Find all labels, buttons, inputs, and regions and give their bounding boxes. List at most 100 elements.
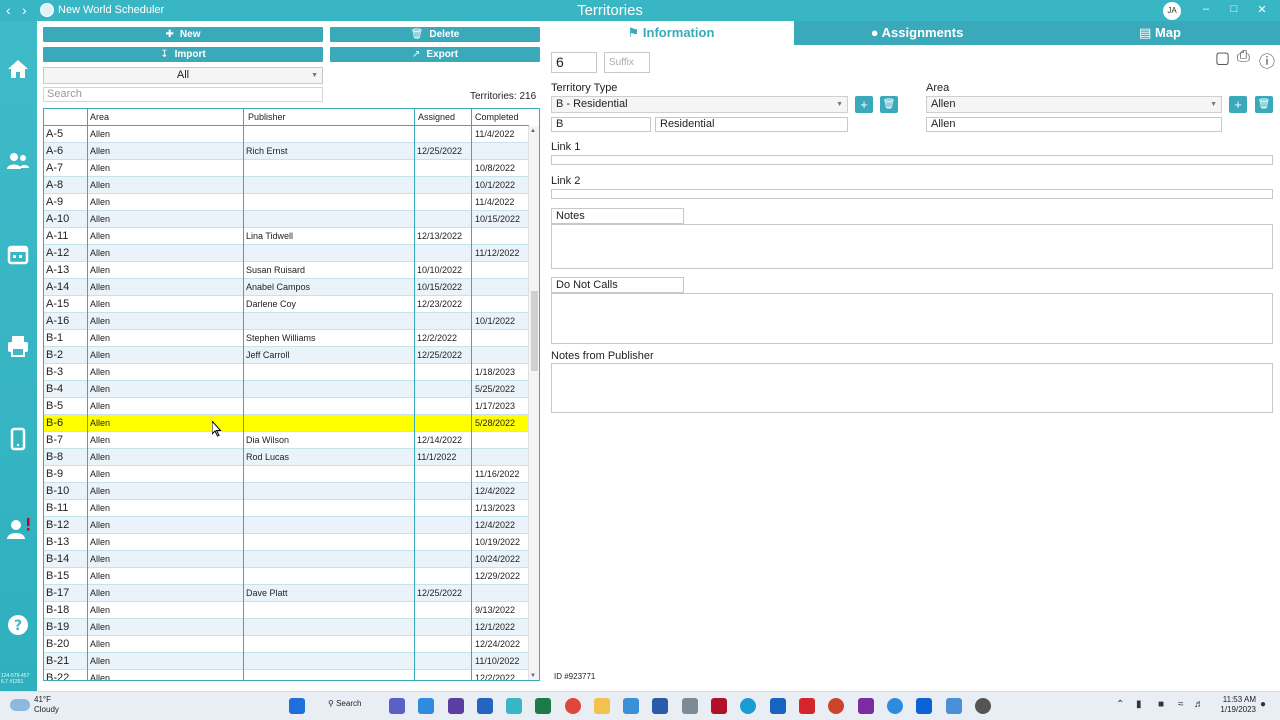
table-row[interactable]: B-3 Allen 1/18/2023 [44, 364, 529, 381]
user-avatar[interactable]: JA [1163, 2, 1181, 20]
table-row[interactable]: B-10 Allen 12/4/2022 [44, 483, 529, 500]
area-filter-select[interactable]: All ▼ [43, 67, 323, 84]
word-icon[interactable] [652, 698, 668, 714]
link2-field[interactable] [551, 189, 1273, 199]
app-icon[interactable] [623, 698, 639, 714]
table-row[interactable]: B-19 Allen 12/1/2022 [44, 619, 529, 636]
table-row[interactable]: B-14 Allen 10/24/2022 [44, 551, 529, 568]
onenote-icon[interactable] [858, 698, 874, 714]
search-input[interactable]: Search [43, 87, 323, 102]
people-icon[interactable] [6, 149, 30, 173]
logout-icon[interactable]: ▢ [1215, 48, 1233, 67]
tab-map[interactable]: ▤ Map [1040, 21, 1280, 45]
table-row[interactable]: A-15 Allen Darlene Coy 12/23/2022 [44, 296, 529, 313]
header-completed[interactable]: Completed [475, 112, 519, 122]
table-row[interactable]: B-2 Allen Jeff Carroll 12/25/2022 [44, 347, 529, 364]
edge-icon[interactable] [740, 698, 756, 714]
home-icon[interactable] [6, 57, 30, 81]
import-button[interactable]: ↧ Import [43, 47, 323, 62]
scroll-thumb[interactable] [531, 291, 538, 371]
notes-from-publisher-field[interactable] [551, 363, 1273, 413]
back-icon[interactable]: ‹ [6, 2, 11, 18]
close-icon[interactable]: ✕ [1254, 3, 1270, 16]
pdf-icon[interactable] [799, 698, 815, 714]
notification-icon[interactable]: ● [1260, 699, 1266, 710]
scroll-down-icon[interactable]: ▼ [530, 673, 536, 679]
table-row[interactable]: B-8 Allen Rod Lucas 11/1/2022 [44, 449, 529, 466]
link1-field[interactable] [551, 155, 1273, 165]
wifi-icon[interactable]: ≈ [1178, 699, 1184, 710]
table-row[interactable]: A-5 Allen 11/4/2022 [44, 126, 529, 143]
tab-information[interactable]: ⚑ Information [548, 21, 794, 45]
new-world-scheduler-taskbar-icon[interactable] [506, 698, 522, 714]
table-row[interactable]: B-6 Allen 5/28/2022 [44, 415, 529, 432]
help-circle-icon[interactable]: ⓘ [1259, 48, 1277, 71]
header-publisher[interactable]: Publisher [248, 112, 286, 122]
territory-type-select[interactable]: B - Residential ▼ [551, 96, 848, 113]
printer-icon[interactable] [6, 334, 30, 358]
phone-icon[interactable] [6, 427, 30, 451]
header-area[interactable]: Area [90, 112, 109, 122]
do-not-calls-field[interactable] [551, 293, 1273, 344]
table-row[interactable]: B-21 Allen 11/10/2022 [44, 653, 529, 670]
table-row[interactable]: A-10 Allen 10/15/2022 [44, 211, 529, 228]
table-row[interactable]: B-13 Allen 10/19/2022 [44, 534, 529, 551]
delete-territory-type-button[interactable]: 🗑 [880, 96, 898, 113]
app-icon[interactable] [711, 698, 727, 714]
scroll-up-icon[interactable]: ▲ [530, 128, 536, 134]
add-area-button[interactable]: + [1229, 96, 1247, 113]
header-assigned[interactable]: Assigned [418, 112, 455, 122]
clock[interactable]: 11:53 AM 1/19/2023 [1212, 695, 1256, 715]
delete-button[interactable]: 🗑 Delete [330, 27, 540, 42]
table-row[interactable]: A-9 Allen 11/4/2022 [44, 194, 529, 211]
table-row[interactable]: B-11 Allen 1/13/2023 [44, 500, 529, 517]
table-row[interactable]: B-1 Allen Stephen Williams 12/2/2022 [44, 330, 529, 347]
table-row[interactable]: A-8 Allen 10/1/2022 [44, 177, 529, 194]
calendar-icon[interactable] [6, 242, 30, 266]
table-row[interactable]: B-17 Allen Dave Platt 12/25/2022 [44, 585, 529, 602]
type-name-field[interactable]: Residential [655, 117, 848, 132]
volume-icon[interactable]: ♬ [1194, 699, 1204, 710]
outlook-icon[interactable] [770, 698, 786, 714]
new-button[interactable]: ✚ New [43, 27, 323, 42]
print-icon[interactable]: ⎙ [1237, 48, 1255, 66]
table-row[interactable]: B-22 Allen 12/2/2022 [44, 670, 529, 680]
add-territory-type-button[interactable]: + [855, 96, 873, 113]
taskbar-search[interactable]: ⚲ Search [328, 699, 361, 708]
powerpoint-icon[interactable] [828, 698, 844, 714]
file-explorer-icon[interactable] [594, 698, 610, 714]
table-row[interactable]: A-13 Allen Susan Ruisard 10/10/2022 [44, 262, 529, 279]
table-row[interactable]: B-20 Allen 12/24/2022 [44, 636, 529, 653]
maximize-icon[interactable]: □ [1226, 3, 1242, 15]
windows-start-icon[interactable] [289, 698, 305, 714]
app-icon[interactable] [477, 698, 493, 714]
table-row[interactable]: A-16 Allen 10/1/2022 [44, 313, 529, 330]
tray-app-icon[interactable]: ▮ [1136, 699, 1142, 710]
minimize-icon[interactable]: – [1198, 3, 1214, 15]
weather-widget[interactable]: 41°F Cloudy [34, 695, 59, 715]
table-row[interactable]: A-12 Allen 11/12/2022 [44, 245, 529, 262]
area-name-field[interactable]: Allen [926, 117, 1222, 132]
table-row[interactable]: B-15 Allen 12/29/2022 [44, 568, 529, 585]
territory-number-field[interactable]: 6 [551, 52, 597, 73]
table-row[interactable]: A-14 Allen Anabel Campos 10/15/2022 [44, 279, 529, 296]
teams-icon[interactable] [389, 698, 405, 714]
dropbox-icon[interactable] [916, 698, 932, 714]
notes-field[interactable] [551, 224, 1273, 269]
table-row[interactable]: B-7 Allen Dia Wilson 12/14/2022 [44, 432, 529, 449]
app-icon[interactable] [975, 698, 991, 714]
delete-area-button[interactable]: 🗑 [1255, 96, 1273, 113]
suffix-field[interactable]: Suffix [604, 52, 650, 73]
table-row[interactable]: B-12 Allen 12/4/2022 [44, 517, 529, 534]
type-code-field[interactable]: B [551, 117, 651, 132]
photos-icon[interactable] [418, 698, 434, 714]
help-icon[interactable]: ? [6, 613, 30, 637]
jw-library-icon[interactable] [448, 698, 464, 714]
excel-icon[interactable] [535, 698, 551, 714]
chevron-up-icon[interactable]: ⌃ [1116, 699, 1124, 710]
tray-app-icon[interactable]: ■ [1158, 699, 1164, 710]
chrome-icon[interactable] [565, 698, 581, 714]
forward-icon[interactable]: › [22, 2, 27, 18]
table-row[interactable]: A-6 Allen Rich Ernst 12/25/2022 [44, 143, 529, 160]
tab-assignments[interactable]: ● Assignments [794, 21, 1040, 45]
